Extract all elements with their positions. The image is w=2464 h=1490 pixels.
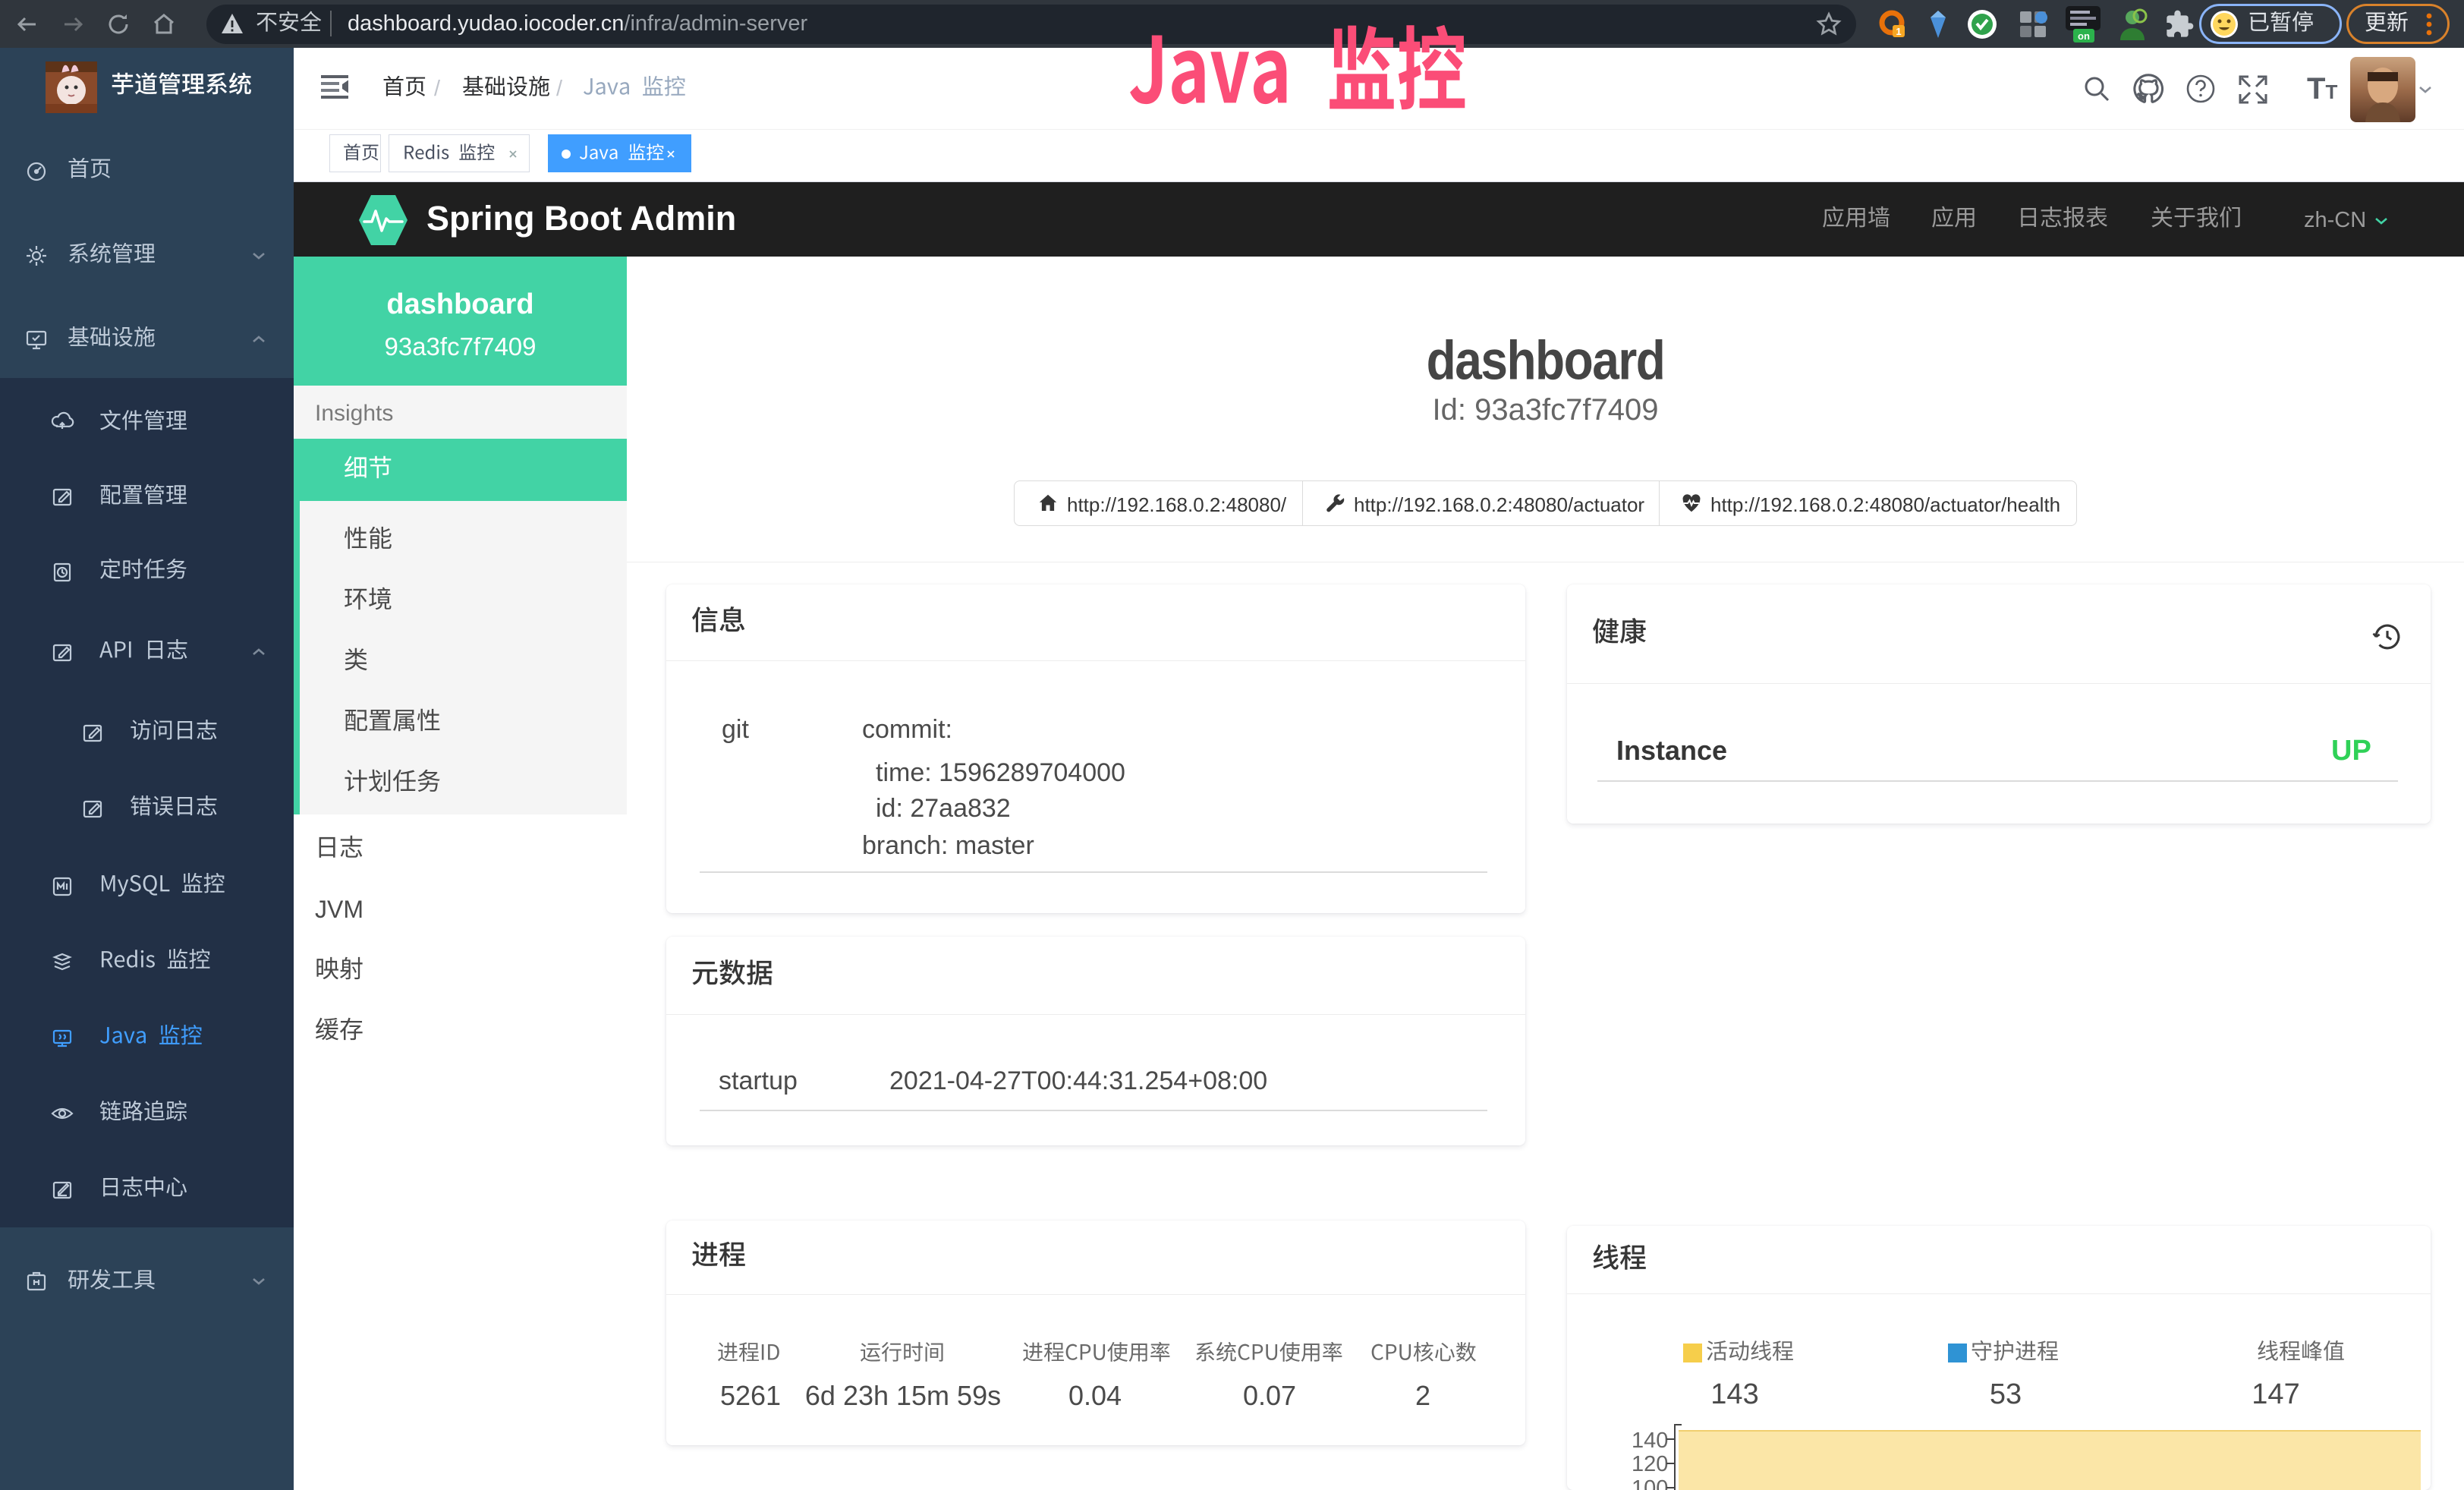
- svg-text:on: on: [2078, 30, 2090, 42]
- svg-text:1: 1: [1896, 26, 1901, 37]
